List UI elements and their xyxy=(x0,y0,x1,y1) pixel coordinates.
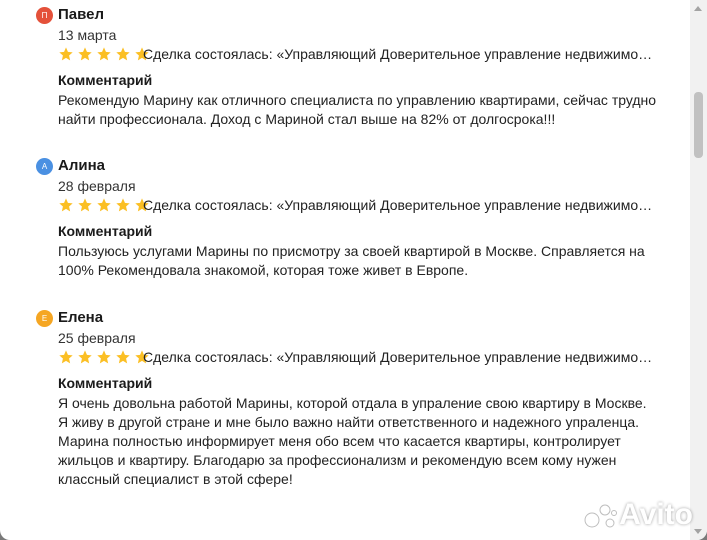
vertical-scrollbar[interactable] xyxy=(690,0,707,540)
scroll-up-icon[interactable] xyxy=(694,6,702,11)
rating-stars xyxy=(58,197,153,213)
star-icon xyxy=(97,198,111,212)
comment-text: Рекомендую Марину как отличного специали… xyxy=(58,92,657,127)
star-icon xyxy=(78,47,92,61)
comment-label: Комментарий xyxy=(58,375,153,391)
review-date: 13 марта xyxy=(58,27,117,43)
deal-row: Сделка состоялась: «Управляющий Доверите… xyxy=(58,46,678,64)
review-card: А Алина 28 февраля Сделка состоялась: «У… xyxy=(36,157,676,278)
scroll-thumb[interactable] xyxy=(694,92,703,158)
reviewer-name[interactable]: Павел xyxy=(58,6,104,24)
star-icon xyxy=(116,47,130,61)
review-card: Е Елена 25 февраля Сделка состоялась: «У… xyxy=(36,309,676,487)
avatar[interactable]: А xyxy=(36,158,53,175)
deal-row: Сделка состоялась: «Управляющий Доверите… xyxy=(58,197,678,215)
avito-watermark: Avito xyxy=(583,498,693,532)
reviews-window: П Павел 13 марта Сделка состоялась: «Упр… xyxy=(0,0,707,540)
reviewer-name[interactable]: Алина xyxy=(58,157,105,175)
reviews-list: П Павел 13 марта Сделка состоялась: «Упр… xyxy=(0,0,690,540)
comment-label: Комментарий xyxy=(58,72,153,88)
review-header: Е Елена xyxy=(36,309,676,329)
review-date: 25 февраля xyxy=(58,330,136,346)
star-icon xyxy=(78,198,92,212)
star-icon xyxy=(78,350,92,364)
rating-stars xyxy=(58,46,153,62)
review-header: П Павел xyxy=(36,6,676,26)
comment-text: Пользуюсь услугами Марины по присмотру з… xyxy=(58,243,645,278)
reviewer-name[interactable]: Елена xyxy=(58,309,103,327)
deal-link[interactable]: Сделка состоялась: «Управляющий Доверите… xyxy=(143,197,663,214)
star-icon xyxy=(97,350,111,364)
rating-stars xyxy=(58,349,153,365)
star-icon xyxy=(116,350,130,364)
avito-logo-icon xyxy=(584,504,618,528)
star-icon xyxy=(59,350,73,364)
review-date: 28 февраля xyxy=(58,178,136,194)
avatar[interactable]: Е xyxy=(36,310,53,327)
review-card: П Павел 13 марта Сделка состоялась: «Упр… xyxy=(36,6,676,127)
star-icon xyxy=(97,47,111,61)
review-header: А Алина xyxy=(36,157,676,177)
watermark-text: Avito xyxy=(619,498,693,531)
deal-link[interactable]: Сделка состоялась: «Управляющий Доверите… xyxy=(143,349,663,366)
scroll-down-icon[interactable] xyxy=(694,529,702,534)
star-icon xyxy=(59,47,73,61)
star-icon xyxy=(116,198,130,212)
comment-text: Я очень довольна работой Марины, которой… xyxy=(58,395,647,487)
deal-row: Сделка состоялась: «Управляющий Доверите… xyxy=(58,349,678,367)
deal-link[interactable]: Сделка состоялась: «Управляющий Доверите… xyxy=(143,46,663,63)
comment-label: Комментарий xyxy=(58,223,153,239)
star-icon xyxy=(59,198,73,212)
avatar[interactable]: П xyxy=(36,7,53,24)
